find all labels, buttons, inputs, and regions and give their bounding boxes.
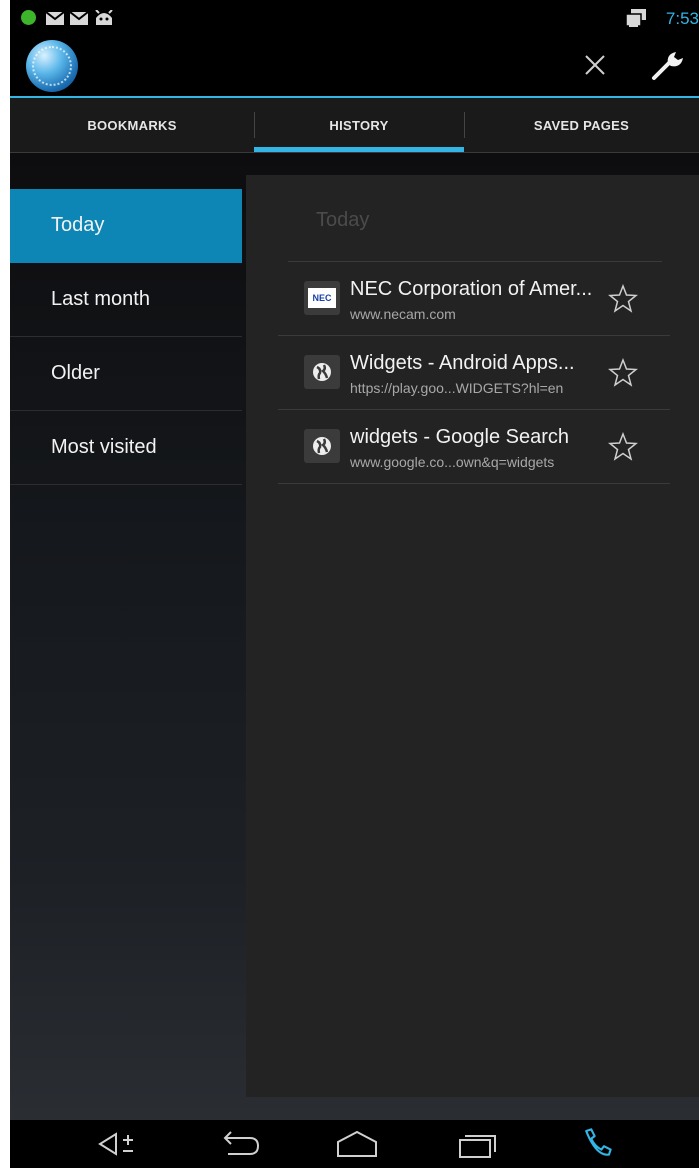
mail-icon bbox=[46, 12, 64, 25]
period-item-most-visited[interactable]: Most visited bbox=[10, 411, 242, 485]
tab-history-label: HISTORY bbox=[329, 117, 389, 133]
history-entry-title: NEC Corporation of Amer... bbox=[350, 278, 593, 300]
green-dot-icon bbox=[21, 10, 36, 25]
tab-saved-pages-label: SAVED PAGES bbox=[533, 117, 630, 133]
globe-icon[interactable] bbox=[26, 40, 78, 92]
wrench-icon[interactable] bbox=[650, 48, 686, 82]
phone-icon[interactable] bbox=[578, 1126, 618, 1158]
history-entry[interactable]: Widgets - Android Apps... https://play.g… bbox=[278, 336, 670, 410]
history-entry-url: www.google.co...own&q=widgets bbox=[350, 454, 555, 470]
recents-icon[interactable] bbox=[456, 1128, 502, 1160]
globe-favicon-icon bbox=[313, 363, 331, 381]
period-item-today[interactable]: Today bbox=[10, 189, 242, 263]
action-bar bbox=[10, 36, 699, 98]
mail-icon bbox=[70, 12, 88, 25]
star-icon[interactable] bbox=[608, 432, 638, 462]
period-item-last-month[interactable]: Last month bbox=[10, 263, 242, 337]
history-period-list: Today Last month Older Most visited bbox=[10, 189, 242, 485]
history-entry-title: widgets - Google Search bbox=[350, 426, 570, 448]
tab-bookmarks-label: BOOKMARKS bbox=[87, 117, 177, 133]
history-entry-title: Widgets - Android Apps... bbox=[350, 352, 575, 374]
history-entry[interactable]: widgets - Google Search www.google.co...… bbox=[278, 410, 670, 484]
window-icon bbox=[625, 9, 646, 27]
history-panel: Today NEC NEC Corporation of Amer... www… bbox=[246, 175, 699, 1097]
back-icon[interactable] bbox=[216, 1128, 262, 1160]
period-item-older[interactable]: Older bbox=[10, 337, 242, 411]
star-icon[interactable] bbox=[608, 358, 638, 388]
favicon bbox=[304, 355, 340, 389]
period-item-label: Today bbox=[51, 214, 105, 236]
volume-icon[interactable] bbox=[96, 1128, 140, 1160]
period-item-label: Last month bbox=[51, 288, 150, 310]
history-entry[interactable]: NEC NEC Corporation of Amer... www.necam… bbox=[278, 262, 670, 336]
android-icon bbox=[95, 10, 113, 25]
tab-history[interactable]: HISTORY bbox=[254, 98, 464, 152]
star-icon[interactable] bbox=[608, 284, 638, 314]
content-area: Today Last month Older Most visited Toda… bbox=[10, 153, 699, 1120]
globe-favicon-icon bbox=[313, 437, 331, 455]
history-entry-url: https://play.goo...WIDGETS?hl=en bbox=[350, 380, 564, 396]
nec-logo: NEC bbox=[308, 288, 336, 308]
system-nav-bar bbox=[10, 1120, 699, 1168]
period-item-label: Older bbox=[51, 362, 100, 384]
status-time: 7:53 bbox=[665, 9, 699, 28]
favicon bbox=[304, 429, 340, 463]
status-bar: 7:53 bbox=[10, 0, 699, 36]
home-icon[interactable] bbox=[334, 1128, 380, 1160]
history-entry-url: www.necam.com bbox=[350, 306, 456, 322]
section-title: Today bbox=[316, 209, 370, 231]
tab-bookmarks[interactable]: BOOKMARKS bbox=[10, 98, 254, 152]
tab-bar: BOOKMARKS HISTORY SAVED PAGES bbox=[10, 98, 699, 153]
close-icon[interactable] bbox=[580, 50, 610, 80]
screen-edge bbox=[0, 0, 10, 1168]
favicon: NEC bbox=[304, 281, 340, 315]
period-item-label: Most visited bbox=[51, 436, 157, 458]
tab-saved-pages[interactable]: SAVED PAGES bbox=[464, 98, 699, 152]
